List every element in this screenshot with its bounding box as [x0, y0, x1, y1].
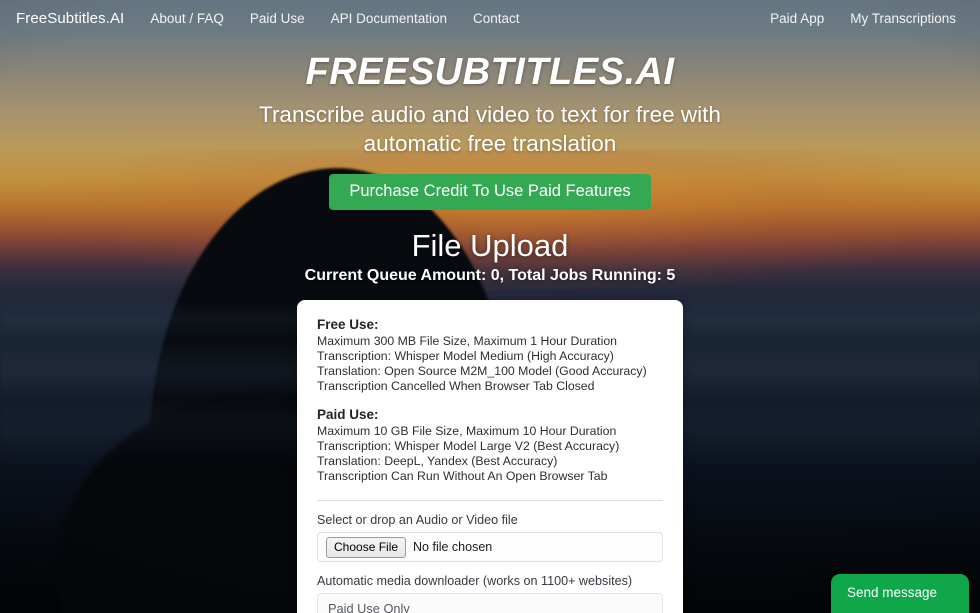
paid-use-line: Transcription Can Run Without An Open Br…: [317, 469, 608, 484]
upload-card: Free Use: Maximum 300 MB File Size, Maxi…: [297, 300, 683, 613]
nav-link-about-faq[interactable]: About / FAQ: [150, 11, 224, 26]
paid-use-line: Maximum 10 GB File Size, Maximum 10 Hour…: [317, 424, 617, 439]
nav-link-contact[interactable]: Contact: [473, 11, 520, 26]
paid-use-line: Transcription: Whisper Model Large V2 (B…: [317, 439, 620, 454]
media-downloader-input[interactable]: [317, 593, 663, 613]
free-use-line: Maximum 300 MB File Size, Maximum 1 Hour…: [317, 334, 617, 349]
card-divider: [317, 500, 663, 502]
hero-section: FREESUBTITLES.AI Transcribe audio and vi…: [0, 37, 980, 210]
top-navbar: FreeSubtitles.AI About / FAQ Paid Use AP…: [0, 0, 980, 37]
paid-use-heading: Paid Use:: [317, 407, 379, 423]
free-use-line: Transcription Cancelled When Browser Tab…: [317, 379, 595, 394]
nav-link-my-transcriptions[interactable]: My Transcriptions: [850, 11, 956, 26]
file-upload-field-group: Select or drop an Audio or Video file Ch…: [317, 513, 663, 563]
file-chosen-status: No file chosen: [413, 540, 493, 555]
file-upload-title: File Upload: [411, 227, 569, 263]
page-root: FreeSubtitles.AI About / FAQ Paid Use AP…: [0, 0, 980, 613]
paid-use-block: Paid Use: Maximum 10 GB File Size, Maxim…: [317, 407, 663, 484]
send-message-chat-button[interactable]: Send message: [831, 574, 969, 613]
paid-use-line: Translation: DeepL, Yandex (Best Accurac…: [317, 454, 558, 469]
hero-cta-wrapper: Purchase Credit To Use Paid Features: [0, 174, 980, 210]
file-upload-heading-group: File Upload Current Queue Amount: 0, Tot…: [0, 228, 980, 286]
media-downloader-label: Automatic media downloader (works on 110…: [317, 574, 633, 589]
navbar-left-group: FreeSubtitles.AI About / FAQ Paid Use AP…: [16, 10, 546, 27]
free-use-block: Free Use: Maximum 300 MB File Size, Maxi…: [317, 317, 663, 394]
nav-link-api-documentation[interactable]: API Documentation: [331, 11, 447, 26]
page-title: FREESUBTITLES.AI: [305, 51, 675, 93]
file-input[interactable]: Choose File No file chosen: [317, 532, 663, 563]
free-use-line: Translation: Open Source M2M_100 Model (…: [317, 364, 647, 379]
free-use-line: Transcription: Whisper Model Medium (Hig…: [317, 349, 614, 364]
purchase-credit-button[interactable]: Purchase Credit To Use Paid Features: [329, 174, 651, 210]
navbar-right-group: Paid App My Transcriptions: [770, 11, 964, 26]
brand-logo[interactable]: FreeSubtitles.AI: [16, 10, 124, 27]
queue-status-text: Current Queue Amount: 0, Total Jobs Runn…: [304, 267, 676, 285]
file-upload-label: Select or drop an Audio or Video file: [317, 513, 518, 528]
hero-subtitle: Transcribe audio and video to text for f…: [259, 101, 721, 157]
nav-link-paid-use[interactable]: Paid Use: [250, 11, 305, 26]
media-downloader-field-group: Automatic media downloader (works on 110…: [317, 574, 663, 613]
free-use-heading: Free Use:: [317, 317, 379, 333]
choose-file-button[interactable]: Choose File: [326, 537, 407, 558]
nav-link-paid-app[interactable]: Paid App: [770, 11, 824, 26]
